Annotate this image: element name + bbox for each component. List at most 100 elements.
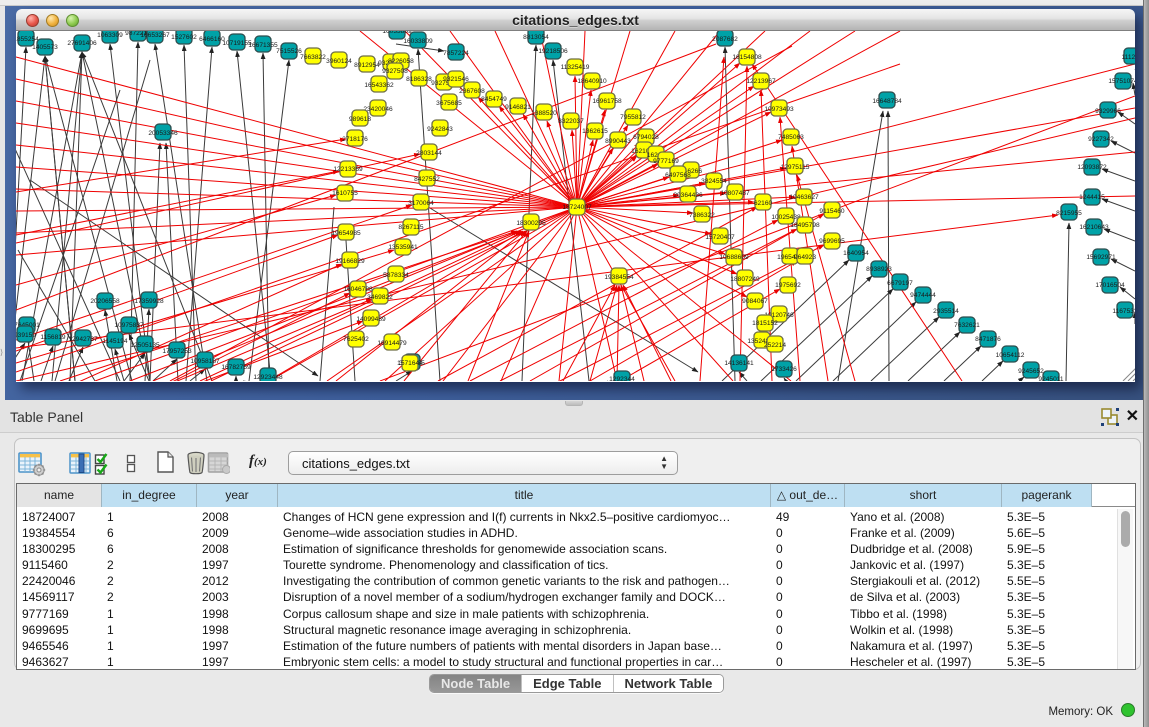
svg-text:16671355: 16671355 — [248, 42, 278, 49]
svg-text:2087682: 2087682 — [712, 36, 738, 43]
svg-text:16046788: 16046788 — [343, 286, 373, 293]
svg-text:16033809: 16033809 — [403, 38, 433, 45]
svg-text:17957253: 17957253 — [162, 348, 192, 355]
svg-text:2718176: 2718176 — [342, 136, 368, 143]
svg-text:8912954: 8912954 — [354, 62, 380, 69]
svg-text:2935514: 2935514 — [933, 308, 959, 315]
svg-text:16210643: 16210643 — [1079, 224, 1109, 231]
svg-text:9242843: 9242843 — [427, 126, 453, 133]
svg-text:2367608: 2367608 — [459, 88, 485, 95]
svg-text:939159: 939159 — [16, 332, 36, 339]
svg-text:19654985: 19654985 — [331, 230, 361, 237]
svg-text:17016504: 17016504 — [1095, 282, 1125, 289]
svg-text:8813054: 8813054 — [523, 34, 549, 41]
svg-text:14099489: 14099489 — [356, 316, 386, 323]
svg-text:1063309: 1063309 — [97, 32, 123, 39]
svg-text:1145194: 1145194 — [102, 338, 128, 345]
svg-text:8267115: 8267115 — [398, 224, 424, 231]
svg-text:9329966: 9329966 — [1095, 108, 1121, 115]
svg-text:1815152: 1815152 — [752, 320, 778, 327]
svg-text:3824554: 3824554 — [701, 178, 727, 185]
svg-text:13535941: 13535941 — [388, 244, 418, 251]
svg-text:19384554: 19384554 — [604, 274, 634, 281]
svg-text:5878334: 5878334 — [383, 272, 409, 279]
svg-text:7485063: 7485063 — [778, 134, 804, 141]
svg-text:15720407: 15720407 — [705, 234, 735, 241]
svg-text:252214: 252214 — [764, 342, 786, 349]
svg-text:1156819: 1156819 — [40, 334, 66, 341]
svg-text:16154808: 16154808 — [732, 54, 762, 61]
svg-text:16961758: 16961758 — [592, 98, 622, 105]
svg-text:9474444: 9474444 — [910, 292, 936, 299]
svg-text:1610755: 1610755 — [332, 190, 358, 197]
svg-text:18300295: 18300295 — [516, 220, 546, 227]
svg-text:1292344: 1292344 — [609, 376, 635, 381]
svg-text:10653267: 10653267 — [140, 32, 170, 39]
svg-text:9146821: 9146821 — [505, 104, 531, 111]
svg-text:111263: 111263 — [1121, 54, 1135, 61]
svg-text:8322037: 8322037 — [558, 118, 584, 125]
svg-text:9699695: 9699695 — [819, 238, 845, 245]
svg-text:8454749: 8454749 — [481, 96, 507, 103]
svg-text:17359928: 17359928 — [134, 298, 164, 305]
svg-text:14136141: 14136141 — [724, 360, 754, 367]
svg-text:10654112: 10654112 — [996, 352, 1025, 359]
svg-text:8471876: 8471876 — [975, 336, 1001, 343]
svg-text:11325419: 11325419 — [561, 64, 590, 71]
svg-text:18724007: 18724007 — [562, 204, 592, 211]
svg-text:8427552: 8427552 — [414, 176, 440, 183]
svg-text:3469822: 3469822 — [367, 294, 393, 301]
svg-text:12942737: 12942737 — [68, 336, 98, 343]
svg-text:9115460: 9115460 — [819, 208, 845, 215]
svg-text:19218506: 19218506 — [538, 48, 568, 55]
svg-text:16033809: 16033809 — [382, 31, 412, 35]
svg-text:18640910: 18640910 — [577, 78, 607, 85]
svg-text:12505135: 12505135 — [130, 342, 160, 349]
svg-text:6466160: 6466160 — [199, 36, 225, 43]
svg-text:20053346: 20053346 — [148, 130, 178, 137]
svg-text:9321546: 9321546 — [443, 76, 469, 83]
svg-text:10463627: 10463627 — [789, 194, 819, 201]
svg-text:16648784: 16648784 — [872, 98, 902, 105]
svg-text:12975115: 12975115 — [781, 164, 810, 171]
svg-text:18807249: 18807249 — [730, 276, 760, 283]
svg-text:12093872: 12093872 — [1077, 164, 1107, 171]
svg-text:7857224: 7857224 — [443, 50, 469, 57]
svg-text:7515526: 7515526 — [276, 48, 302, 55]
svg-text:9084067: 9084067 — [742, 298, 768, 305]
svg-text:9245011: 9245011 — [1038, 376, 1064, 381]
svg-text:1527602: 1527602 — [171, 34, 197, 41]
svg-text:6794028: 6794028 — [633, 134, 659, 141]
svg-text:1405573: 1405573 — [32, 44, 58, 51]
svg-text:9777169: 9777169 — [653, 158, 679, 165]
svg-text:10958187: 10958187 — [190, 358, 220, 365]
svg-text:7663822: 7663822 — [300, 54, 326, 61]
svg-text:12213967: 12213967 — [746, 78, 776, 85]
svg-text:6497568: 6497568 — [665, 172, 691, 179]
svg-text:10975887: 10975887 — [114, 322, 144, 329]
svg-text:989618: 989618 — [349, 116, 371, 123]
svg-text:9227342: 9227342 — [1088, 136, 1114, 143]
svg-text:1975692: 1975692 — [775, 282, 801, 289]
svg-text:16543362: 16543362 — [364, 82, 394, 89]
svg-text:20364436: 20364436 — [673, 192, 703, 199]
svg-text:2803144: 2803144 — [416, 150, 442, 157]
svg-text:8938923: 8938923 — [866, 266, 892, 273]
svg-text:3675685: 3675685 — [436, 100, 462, 107]
svg-text:10973493: 10973493 — [764, 106, 794, 113]
svg-text:7625402: 7625402 — [343, 336, 369, 343]
svg-text:8990443: 8990443 — [605, 138, 631, 145]
svg-text:12213369: 12213369 — [333, 166, 363, 173]
svg-text:10688609: 10688609 — [719, 254, 749, 261]
svg-text:27691406: 27691406 — [67, 40, 97, 47]
svg-text:1167533: 1167533 — [1112, 308, 1135, 315]
svg-text:1640954: 1640954 — [843, 250, 869, 257]
svg-text:9327508: 9327508 — [382, 68, 408, 75]
svg-text:16914479: 16914479 — [377, 340, 407, 347]
svg-text:10807487: 10807487 — [720, 190, 750, 197]
svg-text:15692971: 15692971 — [1086, 254, 1116, 261]
svg-text:18495798: 18495798 — [790, 222, 820, 229]
svg-text:3960124: 3960124 — [326, 58, 352, 65]
svg-text:12923448: 12923448 — [253, 374, 283, 381]
svg-text:7632621: 7632621 — [954, 322, 980, 329]
